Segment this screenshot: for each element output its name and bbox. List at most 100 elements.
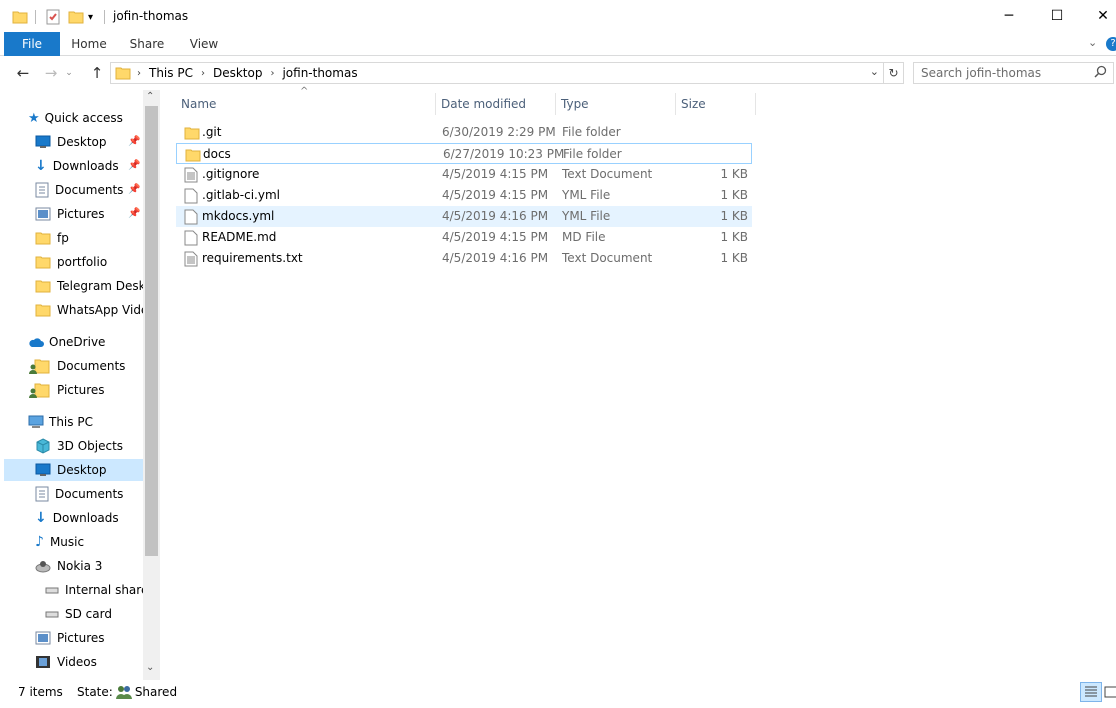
file-date-modified: 4/5/2019 4:15 PM (442, 188, 549, 202)
desktop-icon (35, 463, 51, 477)
address-dropdown-icon[interactable]: ⌄ (870, 65, 879, 78)
up-button[interactable]: ↑ (86, 62, 108, 84)
tab-share[interactable]: Share (124, 32, 170, 56)
nav-item-nokia[interactable]: Nokia 3 (35, 555, 143, 577)
column-header-date[interactable]: Date modified (436, 93, 556, 115)
nav-item-fp[interactable]: fp (35, 227, 143, 249)
music-note-icon: ♪ (35, 534, 44, 550)
file-name: .git (202, 125, 222, 139)
nav-item-desktop-selected[interactable]: Desktop (4, 459, 143, 481)
address-bar[interactable]: › This PC › Desktop › jofin-thomas ⌄ (110, 62, 884, 84)
file-size: 1 KB (720, 209, 748, 223)
nav-item-pc-downloads[interactable]: ↓ Downloads (35, 507, 143, 529)
scroll-up-icon[interactable]: ⌃ (146, 91, 154, 102)
folder-icon (35, 278, 51, 294)
address-row: ← → ⌄ ↑ › This PC › Desktop › jofin-thom… (0, 56, 1116, 90)
nav-quick-access[interactable]: ★ Quick access (28, 107, 143, 129)
recent-locations-button[interactable]: ⌄ (62, 62, 76, 84)
file-row[interactable]: mkdocs.yml 4/5/2019 4:16 PM YML File 1 KB (176, 206, 752, 227)
nav-item-whatsapp[interactable]: WhatsApp Video (35, 299, 143, 321)
search-input[interactable] (921, 66, 1091, 80)
nav-this-pc[interactable]: This PC (28, 411, 143, 433)
minimize-icon: ─ (1004, 8, 1014, 24)
nav-item-3d-objects[interactable]: 3D Objects (35, 435, 143, 457)
file-date-modified: 4/5/2019 4:15 PM (442, 167, 549, 181)
nav-item-onedrive-pictures[interactable]: Pictures (28, 379, 143, 401)
file-icon (184, 209, 198, 225)
breadcrumb-separator-icon: › (137, 67, 141, 79)
documents-icon (35, 182, 49, 198)
large-icons-view-button[interactable] (1104, 684, 1116, 700)
scroll-down-icon[interactable]: ⌄ (146, 662, 154, 673)
pictures-icon (35, 207, 51, 221)
tab-view[interactable]: View (182, 32, 226, 56)
download-icon: ↓ (35, 510, 47, 526)
search-box[interactable] (913, 62, 1114, 84)
breadcrumb-this-pc[interactable]: This PC (149, 66, 193, 80)
nav-item-pictures[interactable]: Pictures (35, 203, 143, 225)
column-header-size[interactable]: Size (676, 93, 756, 115)
file-row[interactable]: .git 6/30/2019 2:29 PM File folder (176, 122, 752, 143)
new-folder-icon[interactable] (68, 8, 84, 26)
maximize-button[interactable]: ☐ (1034, 0, 1080, 32)
share-state: State: Shared (77, 685, 178, 699)
desktop-icon (35, 135, 51, 149)
search-icon[interactable] (1094, 65, 1107, 78)
refresh-button[interactable]: ↻ (884, 62, 904, 84)
file-row[interactable]: .gitignore 4/5/2019 4:15 PM Text Document 1… (176, 164, 752, 185)
file-row[interactable]: README.md 4/5/2019 4:15 PM MD File 1 KB (176, 227, 752, 248)
pin-icon: 📌 (128, 184, 141, 195)
file-row[interactable]: .gitlab-ci.yml 4/5/2019 4:15 PM YML File 1 … (176, 185, 752, 206)
breadcrumb-desktop[interactable]: Desktop (213, 66, 263, 80)
file-type: YML File (562, 188, 611, 202)
column-header-type[interactable]: Type (556, 93, 676, 115)
minimize-button[interactable]: ─ (986, 0, 1032, 32)
expand-ribbon-icon[interactable]: ⌄ (1088, 36, 1097, 49)
nav-item-portfolio[interactable]: portfolio (35, 251, 143, 273)
drive-icon (45, 609, 59, 619)
nav-item-pc-documents[interactable]: Documents (35, 483, 143, 505)
back-button[interactable]: ← (12, 62, 34, 84)
file-row[interactable]: requirements.txt 4/5/2019 4:16 PM Text Doc… (176, 248, 752, 269)
nav-onedrive[interactable]: OneDrive (28, 331, 143, 353)
nav-item-videos[interactable]: Videos (35, 651, 143, 673)
file-name: .gitlab-ci.yml (202, 188, 280, 202)
file-name: docs (203, 147, 231, 161)
help-icon[interactable]: ? (1106, 37, 1116, 51)
forward-button[interactable]: → (40, 62, 62, 84)
nav-item-downloads[interactable]: ↓ Downloads (35, 155, 143, 177)
nav-item-telegram[interactable]: Telegram Desktop (35, 275, 143, 297)
breadcrumb-jofin-thomas[interactable]: jofin-thomas (282, 66, 357, 80)
tab-home[interactable]: Home (66, 32, 112, 56)
nav-item-sd-card[interactable]: SD card (45, 603, 143, 625)
status-bar: 7 items State: Shared (0, 680, 1116, 708)
nav-scrollbar[interactable]: ⌃ ⌄ (143, 90, 160, 680)
shared-folder-icon (28, 358, 50, 374)
drive-icon (45, 585, 59, 595)
nav-item-desktop[interactable]: Desktop (35, 131, 143, 153)
close-icon: ✕ (1097, 8, 1109, 24)
nav-item-music[interactable]: ♪ Music (35, 531, 143, 553)
details-view-icon (1081, 683, 1101, 701)
nav-item-pc-pictures[interactable]: Pictures (35, 627, 143, 649)
forward-arrow-icon: → (44, 64, 58, 82)
nav-scrollbar-thumb[interactable] (145, 106, 158, 556)
file-type: File folder (563, 147, 622, 161)
properties-icon[interactable] (45, 8, 61, 26)
close-button[interactable]: ✕ (1080, 0, 1116, 32)
file-row[interactable]: docs 6/27/2019 10:23 PM File folder (176, 143, 752, 164)
customize-qat-icon[interactable]: ▾ (88, 8, 93, 26)
column-header-name[interactable]: Name (176, 93, 436, 115)
nav-item-documents[interactable]: Documents (35, 179, 143, 201)
pin-icon: 📌 (128, 208, 141, 219)
text-file-icon (184, 167, 198, 183)
pin-icon: 📌 (128, 160, 141, 171)
tab-file[interactable]: File (4, 32, 60, 56)
file-type: YML File (562, 209, 611, 223)
nav-item-onedrive-documents[interactable]: Documents (28, 355, 143, 377)
nav-item-internal-shared[interactable]: Internal shared (45, 579, 143, 601)
details-view-button[interactable] (1080, 682, 1102, 702)
cube-icon (35, 438, 51, 454)
refresh-icon: ↻ (888, 66, 899, 80)
large-icons-view-icon (1104, 684, 1116, 700)
